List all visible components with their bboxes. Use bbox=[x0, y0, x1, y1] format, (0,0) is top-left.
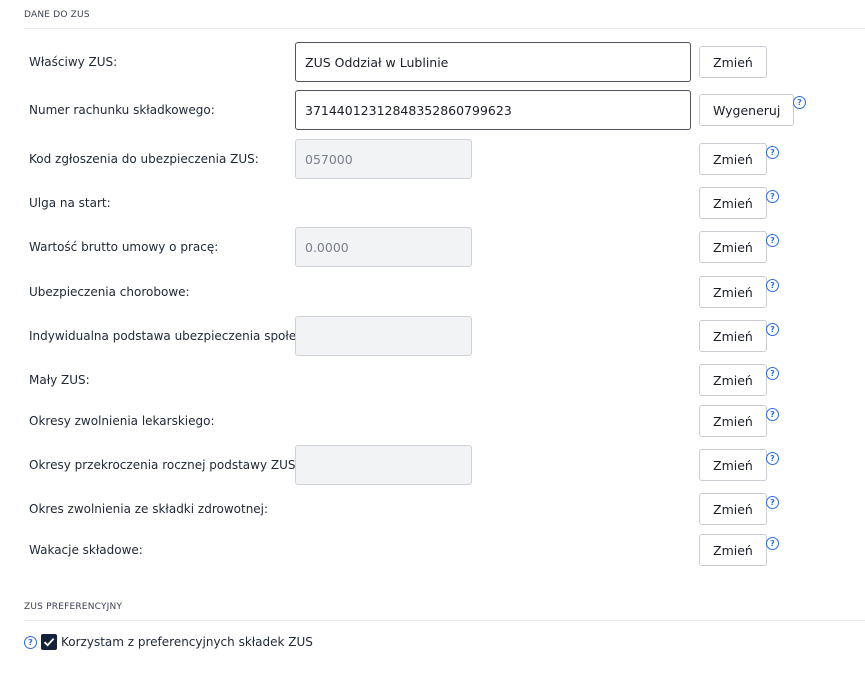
section-divider bbox=[24, 620, 865, 621]
label-numer-rachunku: Numer rachunku składkowego: bbox=[29, 103, 215, 117]
label-maly-zus: Mały ZUS: bbox=[29, 373, 90, 387]
indywidualna-podstawa-field bbox=[295, 316, 472, 356]
change-indywidualna-podstawa-button[interactable]: Zmień bbox=[699, 320, 767, 352]
preferential-zus-checkbox[interactable] bbox=[41, 634, 57, 650]
checkmark-icon bbox=[43, 637, 55, 647]
help-icon[interactable]: ? bbox=[766, 234, 779, 247]
change-okresy-zwolnienia-button[interactable]: Zmień bbox=[699, 405, 767, 437]
change-ulga-na-start-button[interactable]: Zmień bbox=[699, 187, 767, 219]
label-okres-zwolnienia-zdrowotnej: Okres zwolnienia ze składki zdrowotnej: bbox=[29, 502, 269, 516]
label-okresy-przekroczenia: Okresy przekroczenia rocznej podstawy ZU… bbox=[29, 458, 300, 472]
label-wartosc-brutto: Wartość brutto umowy o pracę: bbox=[29, 240, 219, 254]
change-wlasciwy-zus-button[interactable]: Zmień bbox=[699, 46, 767, 78]
help-icon[interactable]: ? bbox=[766, 279, 779, 292]
label-ubezpieczenia-chorobowe: Ubezpieczenia chorobowe: bbox=[29, 285, 190, 299]
section-title-dane-do-zus: DANE DO ZUS bbox=[24, 10, 90, 20]
help-icon[interactable]: ? bbox=[766, 190, 779, 203]
help-icon[interactable]: ? bbox=[766, 408, 779, 421]
change-ubezpieczenia-chorobowe-button[interactable]: Zmień bbox=[699, 276, 767, 308]
kod-zgloszenia-field: 057000 bbox=[295, 139, 472, 179]
label-wlasciwy-zus: Właściwy ZUS: bbox=[29, 55, 118, 69]
help-icon[interactable]: ? bbox=[766, 323, 779, 336]
help-icon[interactable]: ? bbox=[766, 367, 779, 380]
okresy-przekroczenia-field bbox=[295, 445, 472, 485]
preferential-zus-checkbox-label: Korzystam z preferencyjnych składek ZUS bbox=[61, 635, 313, 649]
change-okres-zwolnienia-zdrowotnej-button[interactable]: Zmień bbox=[699, 493, 767, 525]
change-maly-zus-button[interactable]: Zmień bbox=[699, 364, 767, 396]
help-icon[interactable]: ? bbox=[766, 452, 779, 465]
wartosc-brutto-field: 0.0000 bbox=[295, 227, 472, 267]
help-icon[interactable]: ? bbox=[793, 96, 806, 109]
label-kod-zgloszenia: Kod zgłoszenia do ubezpieczenia ZUS: bbox=[29, 152, 259, 166]
change-kod-zgloszenia-button[interactable]: Zmień bbox=[699, 143, 767, 175]
change-okresy-przekroczenia-button[interactable]: Zmień bbox=[699, 449, 767, 481]
section-title-zus-preferencyjny: ZUS PREFERENCYJNY bbox=[24, 602, 123, 612]
change-wakacje-skladowe-button[interactable]: Zmień bbox=[699, 534, 767, 566]
label-ulga-na-start: Ulga na start: bbox=[29, 196, 111, 210]
label-okresy-zwolnienia: Okresy zwolnienia lekarskiego: bbox=[29, 414, 215, 428]
section-divider bbox=[24, 28, 865, 29]
numer-rachunku-field[interactable]: 37144012312848352860799623 bbox=[295, 90, 691, 130]
help-icon[interactable]: ? bbox=[766, 496, 779, 509]
change-wartosc-brutto-button[interactable]: Zmień bbox=[699, 231, 767, 263]
label-wakacje-skladowe: Wakacje składowe: bbox=[29, 543, 143, 557]
wlasciwy-zus-field[interactable]: ZUS Oddział w Lublinie bbox=[295, 42, 691, 82]
generate-account-button[interactable]: Wygeneruj bbox=[699, 94, 795, 126]
help-icon[interactable]: ? bbox=[766, 146, 779, 159]
help-icon[interactable]: ? bbox=[24, 636, 37, 649]
help-icon[interactable]: ? bbox=[766, 537, 779, 550]
